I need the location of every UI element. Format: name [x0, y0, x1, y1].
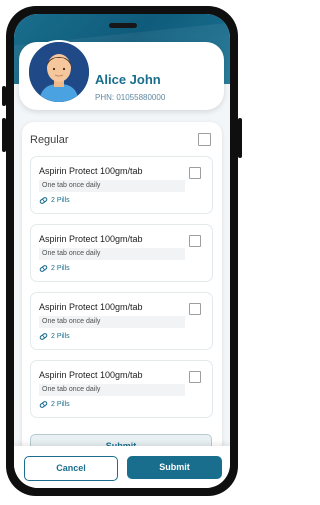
medication-dose: One tab once daily — [39, 180, 185, 192]
cancel-button[interactable]: Cancel — [24, 456, 118, 481]
pill-count: 2 Pills — [51, 265, 70, 272]
app-screen: Alice John PHN: 01055880000 Regular Aspi… — [14, 14, 230, 488]
pill-count: 2 Pills — [51, 401, 70, 408]
medication-checkbox[interactable] — [189, 235, 201, 247]
medication-checkbox[interactable] — [189, 371, 201, 383]
medication-name: Aspirin Protect 100gm/tab — [39, 234, 143, 244]
medication-dose: One tab once daily — [39, 316, 185, 328]
pill-icon — [39, 332, 48, 341]
medication-card[interactable]: Aspirin Protect 100gm/tab One tab once d… — [30, 156, 213, 214]
medication-checkbox[interactable] — [189, 303, 201, 315]
profile-phn: PHN: 01055880000 — [95, 93, 166, 102]
medication-pills: 2 Pills — [39, 332, 70, 341]
medication-dose: One tab once daily — [39, 248, 185, 260]
profile-name: Alice John — [95, 72, 161, 87]
profile-card: Alice John PHN: 01055880000 — [19, 40, 224, 110]
medication-checkbox[interactable] — [189, 167, 201, 179]
avatar[interactable] — [27, 40, 91, 104]
power-button — [238, 118, 242, 158]
medication-name: Aspirin Protect 100gm/tab — [39, 302, 143, 312]
medication-card[interactable]: Aspirin Protect 100gm/tab One tab once d… — [30, 292, 213, 350]
volume-up-button — [2, 86, 6, 106]
section-title: Regular — [30, 134, 69, 146]
volume-down-button — [2, 118, 6, 152]
avatar-icon — [29, 42, 89, 102]
medication-list-panel: Regular Aspirin Protect 100gm/tab One ta… — [22, 122, 222, 458]
medication-name: Aspirin Protect 100gm/tab — [39, 166, 143, 176]
pill-icon — [39, 400, 48, 409]
footer-actions: Cancel Submit — [14, 446, 230, 488]
medication-card[interactable]: Aspirin Protect 100gm/tab One tab once d… — [30, 360, 213, 418]
submit-button[interactable]: Submit — [127, 456, 222, 479]
pill-icon — [39, 264, 48, 273]
medication-name: Aspirin Protect 100gm/tab — [39, 370, 143, 380]
medication-pills: 2 Pills — [39, 196, 70, 205]
section-checkbox[interactable] — [198, 133, 211, 146]
pill-icon — [39, 196, 48, 205]
pill-count: 2 Pills — [51, 197, 70, 204]
medication-card[interactable]: Aspirin Protect 100gm/tab One tab once d… — [30, 224, 213, 282]
medication-pills: 2 Pills — [39, 264, 70, 273]
pill-count: 2 Pills — [51, 333, 70, 340]
medication-dose: One tab once daily — [39, 384, 185, 396]
medication-pills: 2 Pills — [39, 400, 70, 409]
speaker-notch — [109, 23, 137, 28]
